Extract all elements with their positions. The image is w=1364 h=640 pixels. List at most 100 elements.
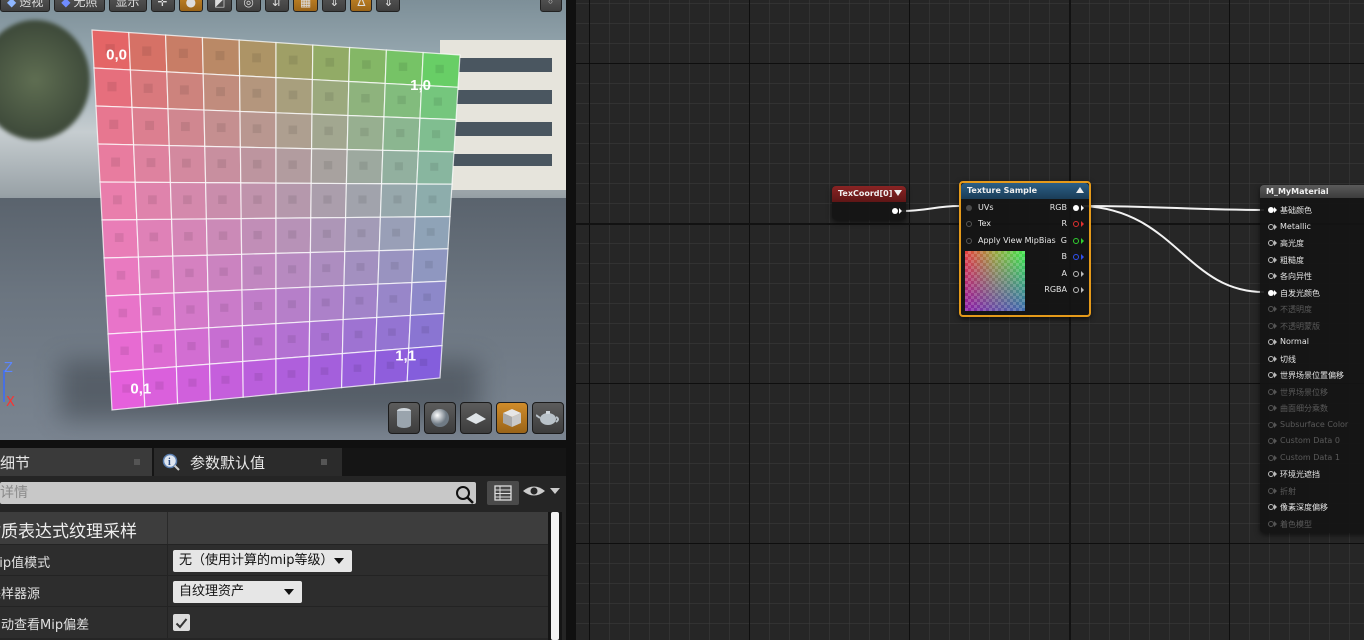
preview-cylinder-button[interactable] — [388, 402, 420, 434]
b-output-pin[interactable] — [1073, 254, 1079, 260]
apply-view-mipbias-input-pin[interactable] — [966, 238, 972, 244]
translate-tool-button[interactable]: ✛ — [150, 0, 175, 12]
preview-plane-button[interactable] — [460, 402, 492, 434]
collapse-arrow-icon[interactable] — [894, 190, 902, 197]
checker-dither — [116, 270, 126, 280]
wire-texcoord-to-uvs[interactable] — [901, 205, 960, 212]
category-header[interactable]: 材质表达式纹理采样 — [0, 512, 548, 544]
checkmark-icon — [175, 617, 188, 628]
checker-dither — [118, 308, 128, 318]
checker-dither — [142, 46, 152, 56]
grid-icon: ▦ — [299, 0, 312, 9]
texcoord-output-pin[interactable] — [892, 208, 898, 214]
grid-snap-button[interactable]: ▦ — [292, 0, 319, 12]
checker-dither — [220, 303, 229, 312]
scrollbar-thumb[interactable] — [551, 512, 559, 640]
options-icon: ◦ — [547, 0, 555, 9]
checker-dither — [145, 120, 155, 131]
rotation-size-button[interactable]: ⇕ — [376, 0, 401, 12]
world-local-button[interactable]: ◎ — [236, 0, 261, 12]
material-input-label: Subsurface Color — [1280, 419, 1349, 429]
eye-icon — [523, 486, 545, 496]
checker-dither — [393, 195, 402, 204]
checker-dither — [325, 57, 335, 67]
checker-dither — [392, 228, 401, 237]
close-icon[interactable] — [321, 459, 327, 465]
dropdown-arrow-icon — [284, 589, 294, 595]
checker-dither — [252, 159, 262, 169]
checker-dither — [216, 87, 225, 97]
auto-view-mip-bias-checkbox[interactable] — [173, 614, 190, 631]
checker-dither — [323, 161, 333, 170]
collapse-arrow-icon[interactable] — [1076, 187, 1084, 194]
viewport-options-button[interactable]: ◦ — [540, 0, 562, 12]
wire-rgb-to-emissive[interactable] — [1082, 205, 1265, 293]
a-output-pin[interactable] — [1073, 271, 1079, 277]
r-output-pin[interactable] — [1073, 221, 1079, 227]
material-input-label: Normal — [1280, 337, 1309, 346]
preview-cube-button[interactable] — [496, 402, 528, 434]
rgba-output-pin[interactable] — [1073, 287, 1079, 293]
checker-dither — [396, 128, 405, 138]
texture-sample-node[interactable]: Texture Sample UVs Tex Apply View MipBia… — [959, 181, 1091, 317]
close-icon[interactable] — [134, 459, 140, 465]
perspective-button[interactable]: ◆ 透视 — [0, 0, 51, 12]
input-arrow-icon — [1274, 223, 1277, 230]
checker-dither — [426, 228, 435, 236]
vertical-splitter[interactable] — [566, 0, 576, 640]
search-icon[interactable] — [455, 485, 475, 505]
texcoord-node[interactable]: TexCoord[0] — [832, 186, 906, 220]
checker-dither — [114, 233, 124, 242]
grid-size-button[interactable]: ⇕ — [322, 0, 347, 12]
property-row-auto-view-mip-bias: 自动查看Mip偏差 — [0, 606, 548, 638]
surface-snap-button[interactable]: ⇵ — [264, 0, 289, 12]
checker-dither — [356, 263, 365, 271]
sphere-icon — [431, 409, 449, 427]
input-arrow-icon — [1274, 306, 1277, 312]
checker-dither — [353, 364, 362, 372]
checker-dither — [149, 232, 159, 242]
output-arrow-icon — [1081, 238, 1084, 244]
g-output-pin[interactable] — [1073, 238, 1079, 244]
property-row-mip-value-mode: Mip值模式 无（使用计算的mip等级） — [0, 544, 548, 576]
cube-icon — [503, 409, 521, 427]
uvs-input-pin[interactable] — [966, 205, 972, 211]
preview-teapot-button[interactable] — [532, 402, 564, 434]
rotate-tool-button[interactable]: ● — [178, 0, 204, 12]
output-arrow-icon — [1081, 254, 1084, 260]
checker-dither — [423, 293, 431, 301]
tab-details[interactable]: 细节 — [0, 448, 152, 476]
checker-dither — [421, 326, 430, 334]
details-scrollbar[interactable] — [548, 512, 562, 640]
teapot-icon — [536, 411, 559, 425]
rotation-snap-button[interactable]: ∆ — [350, 0, 373, 12]
property-matrix-button[interactable] — [487, 481, 519, 505]
tex-input-pin[interactable] — [966, 221, 972, 227]
sampler-source-dropdown[interactable]: 自纹理资产 — [173, 581, 302, 603]
lit-mode-button[interactable]: ◆ 无照 — [54, 0, 105, 12]
checker-dither — [253, 301, 263, 311]
view-options-button[interactable] — [522, 483, 560, 499]
material-graph-canvas[interactable]: TexCoord[0] Texture Sample UVs Tex Apply… — [576, 0, 1364, 640]
property-row-sampler-source: 采样器源 自纹理资产 — [0, 575, 548, 607]
checker-dither — [288, 125, 298, 135]
checker-dither — [184, 232, 193, 241]
input-arrow-icon — [1274, 405, 1277, 411]
tab-parameter-defaults[interactable]: i 参数默认值 — [154, 448, 342, 476]
checker-dither — [288, 90, 298, 100]
search-details-input[interactable]: 搜索详情 — [0, 482, 476, 504]
scale-tool-button[interactable]: ◩ — [207, 0, 233, 12]
preview-sphere-button[interactable] — [424, 402, 456, 434]
checker-dither — [178, 48, 188, 59]
material-preview-viewport[interactable]: 0,0 1,0 0,1 1,1 ◆ 透视 ◆ 无照 显示 ✛ ● ◩ ◎ ⇵ ▦ ⇕ … — [0, 0, 566, 440]
material-input-label: 像素深度偏移 — [1280, 503, 1328, 512]
mip-value-mode-dropdown[interactable]: 无（使用计算的mip等级） — [173, 550, 352, 572]
checker-dither — [109, 119, 119, 130]
horizontal-splitter[interactable] — [0, 440, 566, 448]
checker-dither — [430, 162, 439, 171]
material-result-node[interactable]: M_MyMaterial 基础颜色 Metallic 高光度 粗糙度 各向异性 自发光颜色… — [1260, 185, 1364, 533]
rgb-output-pin[interactable] — [1073, 205, 1079, 211]
show-button[interactable]: 显示 — [108, 0, 147, 12]
checker-dither — [188, 378, 197, 387]
checker-dither — [390, 261, 399, 270]
